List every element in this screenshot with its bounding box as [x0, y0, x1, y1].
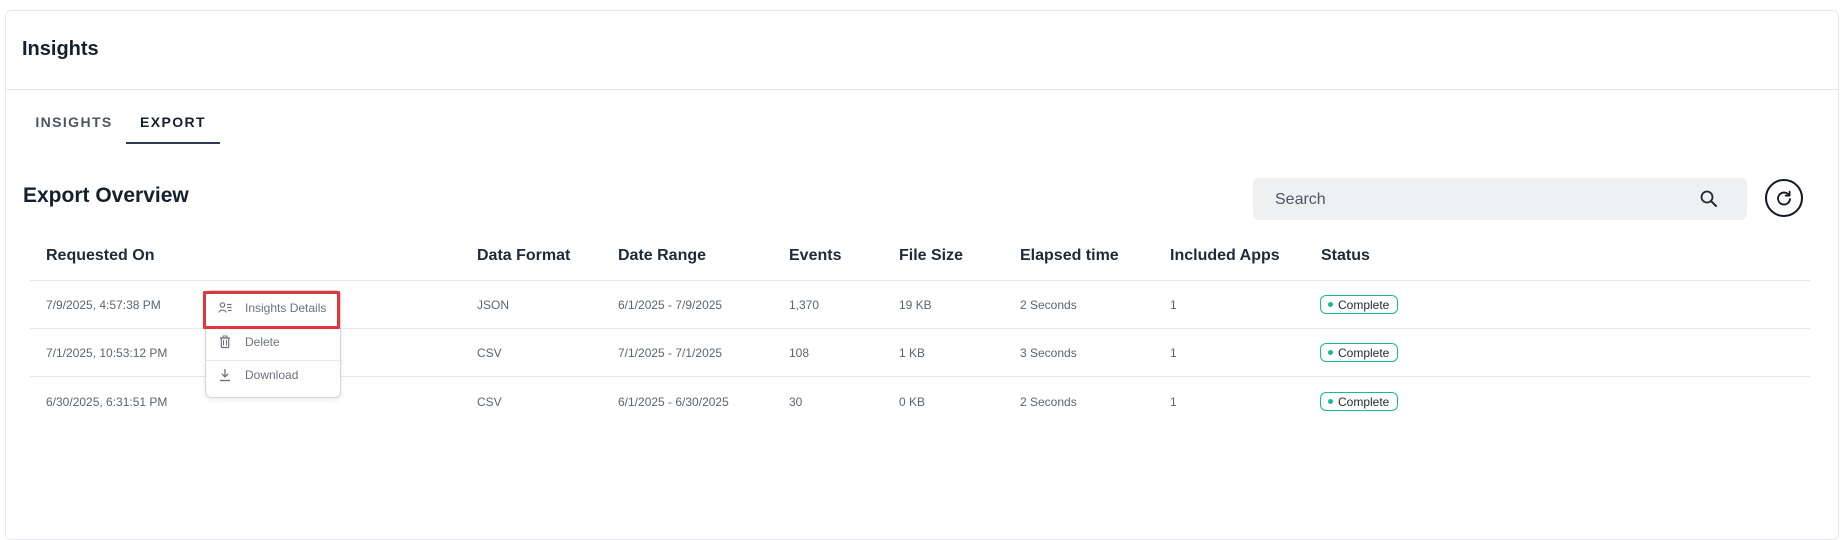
cell-date-range: 6/1/2025 - 7/9/2025	[618, 298, 723, 312]
tab-export[interactable]: EXPORT	[126, 114, 220, 144]
cell-included-apps: 1	[1170, 298, 1177, 312]
column-header-data-format: Data Format	[477, 247, 571, 264]
trash-icon	[220, 335, 230, 349]
cell-events: 108	[789, 346, 810, 360]
column-header-date-range: Date Range	[618, 247, 707, 264]
page-title: Insights	[22, 38, 99, 60]
cell-included-apps: 1	[1170, 395, 1177, 409]
status-badge: Complete	[1320, 392, 1399, 411]
highlight-box	[203, 291, 340, 329]
column-header-events: Events	[789, 247, 842, 264]
status-label: Complete	[1338, 297, 1390, 312]
status-dot-icon	[1328, 399, 1333, 404]
cell-requested-on: 7/1/2025, 10:53:12 PM	[46, 346, 168, 360]
search-input[interactable]	[1273, 178, 1677, 222]
cell-elapsed-time: 3 Seconds	[1020, 346, 1077, 360]
column-header-requested-on: Requested On	[46, 247, 155, 264]
status-label: Complete	[1338, 345, 1390, 360]
cell-requested-on: 6/30/2025, 6:31:51 PM	[46, 395, 168, 409]
menu-item-label: Download	[245, 368, 299, 382]
cell-events: 30	[789, 395, 803, 409]
section-title: Export Overview	[23, 184, 189, 207]
status-label: Complete	[1338, 394, 1390, 409]
cell-date-range: 6/1/2025 - 6/30/2025	[618, 395, 729, 409]
column-header-status: Status	[1321, 247, 1370, 264]
cell-elapsed-time: 2 Seconds	[1020, 298, 1077, 312]
refresh-icon	[1777, 190, 1791, 206]
status-badge: Complete	[1320, 343, 1399, 362]
column-header-file-size: File Size	[899, 247, 964, 264]
menu-item-download[interactable]: Download	[206, 360, 342, 390]
cell-data-format: JSON	[477, 298, 510, 312]
cell-events: 1,370	[789, 298, 820, 312]
cell-data-format: CSV	[477, 346, 502, 360]
refresh-button[interactable]	[1765, 179, 1803, 217]
status-badge: Complete	[1320, 295, 1399, 314]
cell-file-size: 1 KB	[899, 346, 926, 360]
search-icon[interactable]	[1699, 189, 1719, 209]
cell-included-apps: 1	[1170, 346, 1177, 360]
column-header-elapsed-time: Elapsed time	[1020, 247, 1119, 264]
column-header-included-apps: Included Apps	[1170, 247, 1280, 264]
header-divider	[5, 89, 1839, 90]
cell-elapsed-time: 2 Seconds	[1020, 395, 1077, 409]
tab-insights[interactable]: INSIGHTS	[22, 114, 126, 144]
cell-requested-on: 7/9/2025, 4:57:38 PM	[46, 298, 161, 312]
menu-item-delete[interactable]: Delete	[206, 327, 342, 357]
cell-file-size: 19 KB	[899, 298, 932, 312]
cell-data-format: CSV	[477, 395, 502, 409]
menu-item-label: Delete	[245, 335, 280, 349]
status-dot-icon	[1328, 350, 1333, 355]
search-box	[1253, 178, 1747, 222]
status-dot-icon	[1328, 302, 1333, 307]
row-divider	[30, 280, 1810, 281]
cell-file-size: 0 KB	[899, 395, 926, 409]
cell-date-range: 7/1/2025 - 7/1/2025	[618, 346, 723, 360]
download-icon	[220, 369, 230, 382]
